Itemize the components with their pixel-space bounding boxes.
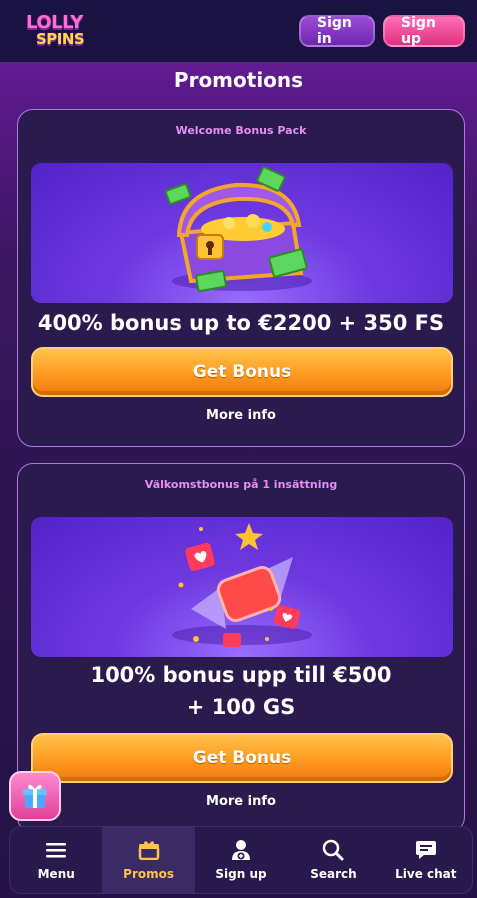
sign-in-button[interactable]: Sign in <box>299 15 375 47</box>
user-add-icon <box>229 839 253 861</box>
page-title: Promotions <box>173 68 304 92</box>
nav-item-live-chat[interactable]: Live chat <box>380 827 472 893</box>
promos-icon <box>137 839 161 861</box>
search-icon <box>321 839 345 861</box>
candy-icon <box>172 523 312 647</box>
promo-subtitle: Welcome Bonus Pack <box>175 124 307 137</box>
more-info-link[interactable]: More info <box>18 408 464 423</box>
get-bonus-button[interactable]: Get Bonus <box>31 733 453 783</box>
logo-bottom-text: SPINS <box>36 30 85 48</box>
promo-headline: 100% bonus upp till €500 + 100 GS <box>18 659 464 723</box>
nav-label: Search <box>310 867 357 881</box>
promo-subtitle: Välkomstbonus på 1 insättning <box>144 478 338 491</box>
nav-label: Promos <box>123 867 175 881</box>
more-info-link[interactable]: More info <box>18 794 464 809</box>
nav-item-menu[interactable]: Menu <box>10 827 102 893</box>
promo-card-deposit-bonus: Välkomstbonus på 1 insättning 100% bonus… <box>17 463 465 833</box>
get-bonus-button[interactable]: Get Bonus <box>31 347 453 397</box>
nav-label: Live chat <box>395 867 457 881</box>
chat-icon <box>414 839 438 861</box>
sign-up-button[interactable]: Sign up <box>383 15 465 47</box>
promo-banner-candy <box>31 517 453 657</box>
treasure-chest-icon <box>164 166 312 292</box>
nav-item-signup[interactable]: Sign up <box>195 827 287 893</box>
nav-label: Sign up <box>215 867 267 881</box>
bottom-nav: Menu Promos Sign up Search Live chat <box>9 826 473 894</box>
logo[interactable]: LOLLY SPINS <box>24 12 94 50</box>
nav-item-promos[interactable]: Promos <box>102 827 195 893</box>
gift-icon <box>23 784 47 808</box>
gift-button[interactable] <box>9 771 61 821</box>
nav-item-search[interactable]: Search <box>287 827 379 893</box>
promo-headline-line1: 100% bonus upp till €500 <box>90 663 392 687</box>
promo-headline-line2: + 100 GS <box>186 695 296 719</box>
promo-card-welcome-bonus: Welcome Bonus Pack 400% bonus up to €220… <box>17 109 465 447</box>
menu-icon <box>44 839 68 861</box>
nav-label: Menu <box>37 867 75 881</box>
header: LOLLY SPINS Sign in Sign up <box>0 0 477 62</box>
header-buttons: Sign in Sign up <box>299 15 465 47</box>
promo-banner-treasure <box>31 163 453 303</box>
promo-headline: 400% bonus up to €2200 + 350 FS <box>37 311 445 335</box>
